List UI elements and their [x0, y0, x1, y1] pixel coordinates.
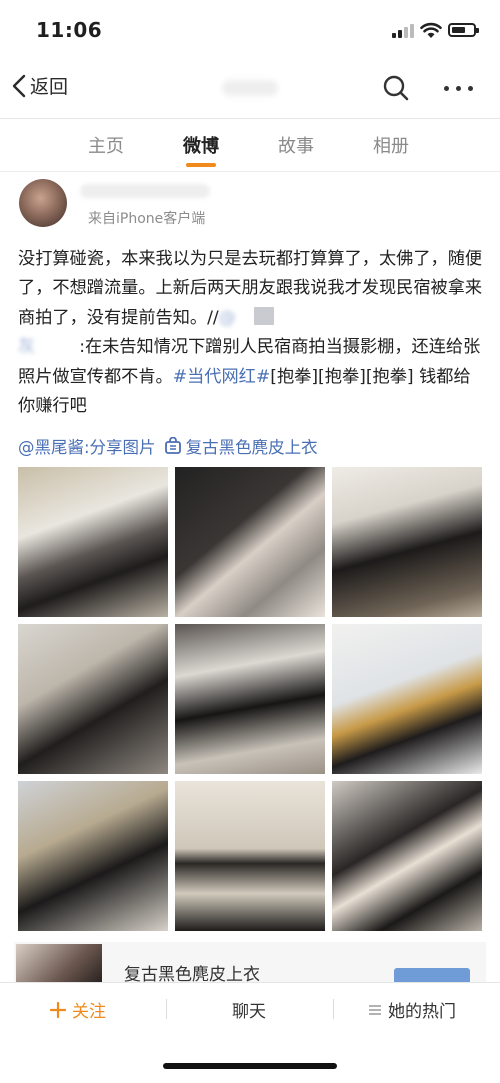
active-tab-indicator: [186, 163, 216, 167]
redaction-block: [253, 306, 274, 325]
wifi-icon: [420, 22, 442, 38]
photo-thumbnail[interactable]: [332, 781, 482, 931]
chevron-left-icon: [12, 74, 26, 97]
divider: [166, 999, 167, 1019]
post-source: 来自iPhone客户端: [88, 211, 206, 227]
photo-thumbnail[interactable]: [332, 467, 482, 617]
tab-album[interactable]: 相册: [351, 132, 431, 158]
product-thumbnail: [16, 944, 102, 982]
signal-icon: [392, 24, 416, 38]
photo-thumbnail[interactable]: [175, 467, 325, 617]
photo-thumbnail[interactable]: [175, 624, 325, 774]
follow-button[interactable]: 关注: [50, 997, 106, 1022]
username-blurred[interactable]: [80, 184, 210, 198]
hot-posts-label: 她的热门: [388, 1002, 456, 1022]
tab-home[interactable]: 主页: [66, 132, 146, 158]
follow-label: 关注: [72, 1002, 106, 1022]
post-text: 没打算碰瓷，本来我以为只是去玩都打算算了，太佛了，随便了，不想蹭流量。上新后两天…: [18, 245, 484, 421]
topic-link[interactable]: #当代网红#: [173, 367, 271, 387]
chat-label: 聊天: [232, 1002, 266, 1022]
tab-stories[interactable]: 故事: [256, 132, 336, 158]
hot-posts-button[interactable]: 她的热门: [368, 997, 456, 1022]
status-time: 11:06: [36, 18, 103, 42]
photo-thumbnail[interactable]: [175, 781, 325, 931]
photo-thumbnail[interactable]: [18, 624, 168, 774]
shopping-bag-icon: [164, 437, 181, 454]
photo-thumbnail[interactable]: [332, 624, 482, 774]
tab-weibo[interactable]: 微博: [161, 132, 241, 158]
profile-name-blurred: [222, 80, 278, 96]
post-text-main: 没打算碰瓷，本来我以为只是去玩都打算算了，太佛了，随便了，不想蹭流量。上新后两天…: [18, 249, 483, 328]
repost-row: @黑尾酱:分享图片 复古黑色麂皮上衣: [18, 434, 318, 458]
repost-user-link[interactable]: @黑尾酱:分享图片: [18, 434, 156, 458]
photo-thumbnail[interactable]: [18, 467, 168, 617]
back-button[interactable]: 返回: [12, 72, 68, 99]
search-icon[interactable]: [382, 74, 410, 102]
product-link[interactable]: 复古黑色麂皮上衣: [186, 434, 318, 458]
status-bar: 11:06: [0, 0, 500, 58]
profile-tabs: 主页 微博 故事 相册: [0, 119, 500, 172]
home-indicator[interactable]: [163, 1063, 337, 1069]
chat-button[interactable]: 聊天: [232, 997, 266, 1022]
list-icon: [369, 1004, 381, 1015]
photo-thumbnail[interactable]: [18, 781, 168, 931]
navigation-bar: 返回: [0, 58, 500, 119]
back-label: 返回: [30, 76, 69, 98]
avatar[interactable]: [19, 179, 67, 227]
battery-icon: [448, 23, 479, 37]
name-blurred[interactable]: 灰: [18, 337, 35, 357]
mention-blurred[interactable]: @: [219, 308, 236, 328]
more-icon[interactable]: [444, 86, 474, 92]
product-card[interactable]: 复古黑色麂皮上衣: [14, 942, 486, 985]
divider: [333, 999, 334, 1019]
plus-icon: [50, 1001, 66, 1018]
